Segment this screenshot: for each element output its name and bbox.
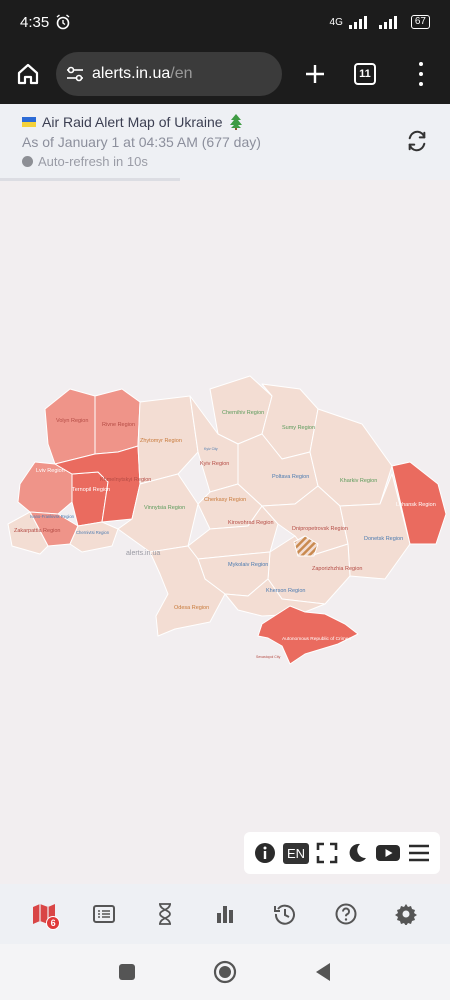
status-bar: 4:35 4G 67 — [0, 0, 450, 44]
map-toolbar: EN — [244, 832, 440, 874]
dark-mode-button[interactable] — [344, 840, 370, 866]
status-right: 4G 67 — [330, 15, 430, 29]
nav-map[interactable]: 6 — [26, 896, 62, 932]
refresh-icon[interactable] — [406, 130, 428, 152]
network-type: 4G — [329, 16, 343, 28]
label-kyiv: Kyiv Region — [200, 461, 229, 467]
app-root: 4:35 4G 67 alerts.in.ua/en 11 Air Raid A… — [0, 0, 450, 1000]
alert-count-badge: 6 — [46, 916, 61, 930]
ukraine-map[interactable]: Volyn Region Rivne Region Zhytomyr Regio… — [0, 184, 450, 834]
label-zakarpattia: Zakarpattia Region — [14, 528, 60, 534]
tab-switcher-button[interactable]: 11 — [354, 63, 376, 85]
label-ivano-frankivsk: Ivano-Frankivsk Region — [30, 514, 75, 519]
page-title: Air Raid Alert Map of Ukraine — [42, 114, 223, 130]
label-cherkasy: Cherkasy Region — [204, 497, 246, 503]
status-time: 4:35 — [20, 13, 50, 31]
label-zaporizhzhia: Zaporizhzhia Region — [312, 566, 362, 572]
language-label: EN — [282, 842, 310, 864]
title-row: Air Raid Alert Map of Ukraine — [22, 114, 450, 130]
label-mykolaiv: Mykolaiv Region — [228, 562, 268, 568]
label-zhytomyr: Zhytomyr Region — [140, 438, 182, 444]
nav-settings[interactable] — [388, 896, 424, 932]
label-khmelnytskyi: Khmelnytskyi Region — [100, 477, 151, 483]
system-nav — [0, 944, 450, 1000]
refresh-dot-icon — [22, 156, 33, 167]
list-icon — [93, 905, 116, 923]
label-poltava: Poltava Region — [272, 474, 309, 480]
back-icon[interactable] — [314, 962, 332, 982]
moon-icon — [349, 843, 367, 862]
christmas-tree-icon — [229, 114, 242, 130]
ukraine-flag-icon — [22, 117, 36, 127]
menu-button[interactable] — [406, 840, 432, 866]
language-button[interactable]: EN — [282, 840, 310, 866]
label-lviv: Lviv Region — [36, 468, 65, 474]
label-donetsk: Donetsk Region — [364, 536, 403, 542]
browser-toolbar: alerts.in.ua/en 11 — [0, 44, 450, 104]
nav-timer[interactable] — [147, 896, 183, 932]
nav-history[interactable] — [267, 896, 303, 932]
label-rivne: Rivne Region — [102, 422, 135, 428]
alarm-icon — [56, 14, 70, 30]
map-header: Air Raid Alert Map of Ukraine As of Janu… — [0, 104, 450, 180]
hamburger-icon — [408, 844, 429, 862]
fullscreen-button[interactable] — [314, 840, 340, 866]
label-chernihiv: Chernihiv Region — [222, 410, 264, 416]
recents-icon[interactable] — [118, 963, 136, 981]
map-watermark: alerts.in.ua — [126, 550, 160, 557]
help-icon — [335, 903, 357, 925]
gear-icon — [394, 904, 417, 925]
label-chernivtsi: Chernivtsi Region — [76, 530, 110, 535]
info-icon — [255, 843, 276, 863]
nav-stats[interactable] — [207, 896, 243, 932]
bottom-nav: 6 — [0, 884, 450, 944]
nav-help[interactable] — [328, 896, 364, 932]
as-of-text: As of January 1 at 04:35 AM (677 day) — [22, 134, 261, 150]
signal-icon-2 — [378, 15, 397, 29]
url-bar[interactable]: alerts.in.ua/en — [56, 52, 282, 96]
home-button[interactable] — [14, 60, 42, 88]
label-kyiv-city: Kyiv City — [204, 447, 218, 451]
bar-chart-icon — [216, 906, 233, 923]
status-left: 4:35 — [20, 14, 71, 31]
label-dnipropetrovsk: Dnipropetrovsk Region — [292, 526, 348, 532]
url-host: alerts.in.ua — [92, 65, 171, 82]
label-ternopil: Ternopil Region — [72, 487, 110, 493]
hourglass-icon — [158, 903, 171, 925]
info-button[interactable] — [252, 840, 278, 866]
site-settings-icon[interactable] — [66, 66, 84, 82]
header-divider — [0, 178, 180, 181]
plus-icon — [306, 65, 324, 83]
label-odesa: Odesa Region — [174, 605, 209, 611]
label-kharkiv: Kharkiv Region — [340, 478, 377, 484]
url-path: /en — [170, 65, 193, 82]
label-luhansk: Luhansk Region — [396, 502, 436, 508]
home-icon — [17, 63, 39, 85]
youtube-button[interactable] — [375, 840, 401, 866]
autorefresh-text: Auto-refresh in 10s — [38, 154, 148, 169]
battery-icon: 67 — [410, 15, 430, 29]
signal-icon — [348, 15, 367, 29]
fullscreen-icon — [316, 842, 337, 864]
autorefresh-status: Auto-refresh in 10s — [22, 154, 450, 169]
label-volyn: Volyn Region — [56, 418, 88, 424]
label-crimea: Autonomous Republic of Crimea — [282, 636, 351, 642]
label-kirovohrad: Kirovohrad Region — [228, 520, 274, 526]
label-sumy: Sumy Region — [282, 425, 315, 431]
region-volyn[interactable] — [44, 388, 96, 465]
browser-menu-button[interactable] — [416, 62, 426, 86]
new-tab-button[interactable] — [300, 59, 330, 89]
label-kherson: Kherson Region — [266, 588, 305, 594]
label-vinnytsia: Vinnytsia Region — [144, 505, 185, 511]
history-icon — [274, 904, 296, 925]
nav-list[interactable] — [86, 896, 122, 932]
youtube-icon — [375, 845, 400, 861]
label-sevastopol: Sevastopol City — [256, 655, 281, 659]
home-circle-icon[interactable] — [213, 960, 237, 984]
